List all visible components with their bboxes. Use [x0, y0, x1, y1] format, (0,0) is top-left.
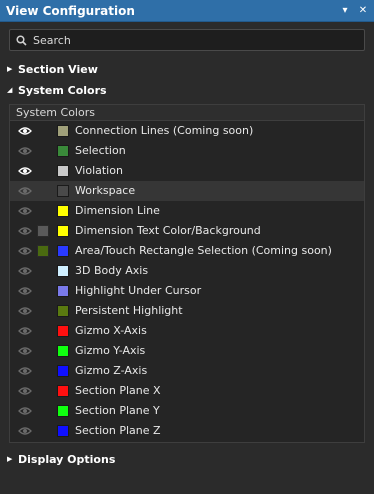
color-swatch[interactable]: [57, 325, 69, 337]
eye-icon[interactable]: [18, 286, 32, 296]
color-swatch[interactable]: [57, 285, 69, 297]
eye-icon[interactable]: [18, 326, 32, 336]
color-swatch[interactable]: [57, 305, 69, 317]
close-icon[interactable]: ✕: [356, 4, 370, 18]
color-swatch[interactable]: [57, 225, 69, 237]
eye-icon[interactable]: [18, 266, 32, 276]
background-color-swatch[interactable]: [37, 245, 49, 257]
table-row[interactable]: Selection: [10, 141, 364, 161]
row-label: Area/Touch Rectangle Selection (Coming s…: [75, 244, 332, 257]
table-row[interactable]: Section Plane Z: [10, 421, 364, 441]
chevron-right-icon: ▶: [7, 65, 13, 73]
search-input[interactable]: [33, 33, 353, 47]
row-label: Highlight Under Cursor: [75, 284, 202, 297]
row-label: Section Plane X: [75, 384, 161, 397]
table-row[interactable]: Dimension Line: [10, 201, 364, 221]
row-label: Selection: [75, 144, 126, 157]
eye-icon[interactable]: [18, 386, 32, 396]
row-label: Dimension Text Color/Background: [75, 224, 261, 237]
eye-icon[interactable]: [18, 126, 32, 136]
table-row[interactable]: Workspace: [10, 181, 364, 201]
color-swatch[interactable]: [57, 345, 69, 357]
color-swatch[interactable]: [57, 145, 69, 157]
table-row[interactable]: 3D Body Axis: [10, 261, 364, 281]
eye-icon[interactable]: [18, 346, 32, 356]
table-row[interactable]: Dimension Text Color/Background: [10, 221, 364, 241]
table-row[interactable]: Gizmo X-Axis: [10, 321, 364, 341]
eye-icon[interactable]: [18, 426, 32, 436]
column-header-label: System Colors: [16, 106, 95, 119]
eye-icon[interactable]: [18, 186, 32, 196]
eye-icon[interactable]: [18, 166, 32, 176]
system-colors-header[interactable]: ◢ System Colors: [7, 82, 107, 98]
eye-icon[interactable]: [18, 306, 32, 316]
row-label: Section Plane Y: [75, 404, 160, 417]
search-box[interactable]: [9, 29, 365, 51]
table-row[interactable]: Highlight Under Cursor: [10, 281, 364, 301]
section-view-header[interactable]: ▶ Section View: [7, 61, 98, 77]
system-colors-table: System Colors Connection Lines (Coming s…: [9, 104, 365, 443]
color-swatch[interactable]: [57, 205, 69, 217]
eye-icon[interactable]: [18, 366, 32, 376]
table-row[interactable]: Gizmo Z-Axis: [10, 361, 364, 381]
color-swatch[interactable]: [57, 185, 69, 197]
table-row[interactable]: Gizmo Y-Axis: [10, 341, 364, 361]
table-row[interactable]: Section Plane Y: [10, 401, 364, 421]
table-row[interactable]: Persistent Highlight: [10, 301, 364, 321]
eye-icon[interactable]: [18, 206, 32, 216]
color-swatch[interactable]: [57, 165, 69, 177]
row-label: Workspace: [75, 184, 136, 197]
panel-title-bar: View Configuration ▾ ✕: [0, 0, 374, 22]
color-swatch[interactable]: [57, 425, 69, 437]
row-label: Persistent Highlight: [75, 304, 183, 317]
row-label: Section Plane Z: [75, 424, 161, 437]
color-swatch[interactable]: [57, 385, 69, 397]
section-view-label: Section View: [18, 62, 98, 76]
table-row[interactable]: Connection Lines (Coming soon): [10, 121, 364, 141]
table-rows: Connection Lines (Coming soon) Selection V…: [10, 121, 364, 441]
table-row[interactable]: Violation: [10, 161, 364, 181]
search-icon: [16, 34, 27, 46]
pin-down-icon[interactable]: ▾: [338, 4, 352, 18]
row-label: 3D Body Axis: [75, 264, 149, 277]
row-label: Dimension Line: [75, 204, 160, 217]
system-colors-label: System Colors: [18, 83, 107, 97]
table-row[interactable]: Section Plane X: [10, 381, 364, 401]
color-swatch[interactable]: [57, 265, 69, 277]
row-label: Gizmo X-Axis: [75, 324, 147, 337]
color-swatch[interactable]: [57, 365, 69, 377]
eye-icon[interactable]: [18, 406, 32, 416]
eye-icon[interactable]: [18, 226, 32, 236]
row-label: Connection Lines (Coming soon): [75, 124, 254, 137]
color-swatch[interactable]: [57, 405, 69, 417]
chevron-right-icon: ▶: [7, 455, 13, 463]
eye-icon[interactable]: [18, 246, 32, 256]
row-label: Gizmo Z-Axis: [75, 364, 148, 377]
display-options-label: Display Options: [18, 452, 116, 466]
eye-icon[interactable]: [18, 146, 32, 156]
table-row[interactable]: Area/Touch Rectangle Selection (Coming s…: [10, 241, 364, 261]
display-options-header[interactable]: ▶ Display Options: [7, 451, 115, 467]
chevron-down-icon: ◢: [7, 86, 13, 94]
row-label: Violation: [75, 164, 123, 177]
row-label: Gizmo Y-Axis: [75, 344, 146, 357]
color-swatch[interactable]: [57, 125, 69, 137]
panel-title: View Configuration: [6, 3, 135, 18]
background-color-swatch[interactable]: [37, 225, 49, 237]
color-swatch[interactable]: [57, 245, 69, 257]
table-column-header: System Colors: [10, 105, 364, 121]
